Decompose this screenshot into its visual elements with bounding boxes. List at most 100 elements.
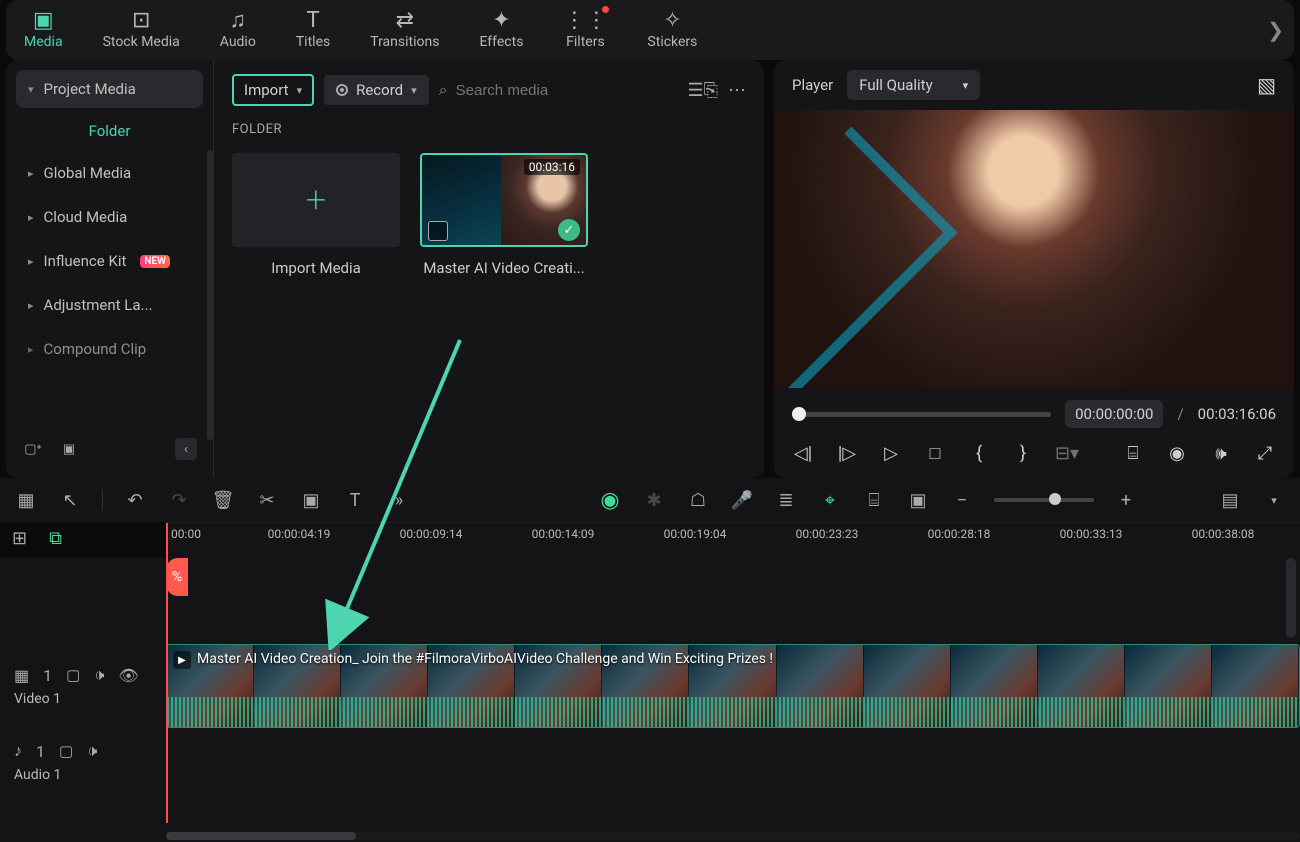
marker-button[interactable]: ☖ (686, 488, 710, 512)
undo-button[interactable]: ↶ (123, 488, 147, 512)
track-head-video1: ▦1 ▢ 🕩 👁 Video 1 (0, 657, 166, 715)
tool-pointer[interactable]: ↖ (58, 488, 82, 512)
timeline-toolbar: ▦ ↖ ↶ ↷ 🗑 ✂ ▣ T » ◉ ✱ ☖ 🎤 ≣ ⌖ ⌸ ▣ − + ▤ … (0, 478, 1300, 522)
zoom-knob[interactable] (1049, 493, 1061, 505)
tool-grid[interactable]: ▦ (14, 488, 38, 512)
timeline-head-icons: ⊞ ⧉ (12, 528, 62, 549)
sidebar-scrollbar[interactable] (207, 150, 213, 440)
auto-button[interactable]: ⌖ (818, 488, 842, 512)
new-bin-icon[interactable]: ▣ (58, 438, 80, 460)
sidebar-compound-clip[interactable]: ▸Compound Clip (16, 330, 203, 368)
tab-effects[interactable]: ✦Effects (471, 6, 531, 54)
playhead[interactable] (166, 523, 168, 823)
prev-frame-button[interactable]: ◁| (792, 442, 814, 464)
preview-area[interactable] (774, 110, 1294, 388)
sidebar-project-media[interactable]: ▾Project Media (16, 70, 203, 108)
tab-audio[interactable]: ♫Audio (212, 6, 264, 54)
list-button[interactable]: ≣ (774, 488, 798, 512)
plus-icon: + (306, 179, 326, 221)
mark-out-button[interactable]: } (1012, 442, 1034, 464)
split-button[interactable]: ✂ (255, 488, 279, 512)
tabs-overflow-button[interactable]: ❯ (1267, 18, 1284, 42)
view-mode-chevron[interactable]: ▾ (1262, 488, 1286, 512)
media-clip-thumb[interactable]: 00:03:16 ✓ (420, 153, 588, 247)
media-panel: ▾Project Media Folder ▸Global Media ▸Clo… (6, 60, 764, 478)
device-button[interactable]: ⌸ (862, 488, 886, 512)
visibility-icon[interactable]: 👁 (118, 666, 138, 685)
chevron-right-icon: ▸ (28, 255, 34, 268)
sidebar-adjustment-layer[interactable]: ▸Adjustment La... (16, 286, 203, 324)
tab-media[interactable]: ▣Media (16, 6, 71, 54)
fullscreen-button[interactable]: ⤢ (1254, 442, 1276, 464)
stickers-icon: ✧ (663, 10, 681, 32)
mute-icon[interactable]: 🕩 (94, 665, 104, 685)
import-media-thumb[interactable]: + (232, 153, 400, 247)
display-button[interactable]: ⌸ (1122, 442, 1144, 464)
zoom-out-button[interactable]: − (950, 488, 974, 512)
delete-button[interactable]: 🗑 (211, 488, 235, 512)
import-media-card[interactable]: + Import Media (232, 153, 400, 277)
timeline-body: % ▦1 ▢ 🕩 👁 Video 1 ▶ Master AI Video Cre… (0, 558, 1300, 842)
stop-button[interactable]: □ (924, 442, 946, 464)
tab-titles[interactable]: TTitles (288, 6, 338, 54)
record-button[interactable]: Record▾ (324, 75, 429, 105)
mark-in-button[interactable]: { (968, 442, 990, 464)
collapse-sidebar-button[interactable]: ‹ (175, 438, 197, 460)
volume-button[interactable]: 🕪 (1210, 442, 1232, 464)
sidebar-influence-kit[interactable]: ▸Influence KitNEW (16, 242, 203, 280)
seek-knob[interactable] (792, 407, 806, 421)
next-frame-button[interactable]: |▷ (836, 442, 858, 464)
crop-button[interactable]: ▣ (299, 488, 323, 512)
play-button[interactable]: ▷ (880, 442, 902, 464)
cut-handle[interactable]: % (166, 558, 188, 596)
sidebar-folder-label[interactable]: Folder (16, 114, 203, 148)
media-cards: + Import Media 00:03:16 ✓ Master AI Vide… (232, 153, 746, 277)
snapshot-button[interactable]: ▧ (1257, 73, 1276, 97)
lock-icon[interactable]: ▢ (59, 742, 73, 760)
media-clip-card[interactable]: 00:03:16 ✓ Master AI Video Creati... (420, 153, 588, 277)
mic-button[interactable]: 🎤 (730, 488, 754, 512)
chevron-right-icon: ▸ (28, 343, 34, 356)
timeline-h-scroll[interactable] (166, 832, 1300, 840)
link-icon[interactable]: ⧉ (49, 528, 62, 549)
notification-dot (602, 6, 609, 13)
media-icon: ▣ (33, 10, 54, 32)
speed-button[interactable]: ✱ (642, 488, 666, 512)
track-name: Video 1 (14, 691, 152, 707)
sidebar-cloud-media[interactable]: ▸Cloud Media (16, 198, 203, 236)
film-icon (428, 221, 448, 241)
seek-slider[interactable] (792, 412, 1051, 417)
more-button[interactable]: ⋯ (728, 80, 746, 101)
audio-lane-1[interactable] (166, 730, 1300, 794)
timeline-ruler[interactable]: 00:00 00:00:04:19 00:00:09:14 00:00:14:0… (166, 522, 1300, 558)
camera-button[interactable]: ◉ (1166, 442, 1188, 464)
record-tool-button[interactable]: ▣ (906, 488, 930, 512)
video-lane-1[interactable]: ▶ Master AI Video Creation_ Join the #Fi… (166, 642, 1300, 730)
quality-dropdown[interactable]: Full Quality▾ (847, 70, 980, 100)
filter-button[interactable]: ☰⎘ (687, 80, 718, 101)
new-folder-icon[interactable]: ▢⁺ (22, 438, 44, 460)
view-mode-button[interactable]: ▤ (1218, 488, 1242, 512)
tab-filters[interactable]: ⋮⋮Filters (555, 6, 615, 54)
ruler-tick: 00:00:38:08 (1192, 527, 1255, 541)
sidebar-global-media[interactable]: ▸Global Media (16, 154, 203, 192)
import-button[interactable]: Import▾ (232, 74, 314, 106)
search-input[interactable] (456, 82, 616, 99)
tab-stickers[interactable]: ✧Stickers (639, 6, 705, 54)
mute-icon[interactable]: 🕩 (87, 741, 97, 761)
redo-button[interactable]: ↷ (167, 488, 191, 512)
zoom-in-button[interactable]: + (1114, 488, 1138, 512)
total-time: 00:03:16:06 (1198, 405, 1276, 423)
more-tools-button[interactable]: » (387, 488, 411, 512)
zoom-slider[interactable] (994, 498, 1094, 502)
tab-transitions[interactable]: ⇄Transitions (362, 6, 447, 54)
add-track-icon[interactable]: ⊞ (12, 528, 27, 549)
video-clip[interactable]: ▶ Master AI Video Creation_ Join the #Fi… (166, 644, 1300, 728)
search-icon: ⌕ (439, 80, 448, 100)
ai-button[interactable]: ◉ (598, 488, 622, 512)
lock-icon[interactable]: ▢ (66, 666, 80, 684)
ruler-tick: 00:00:33:13 (1060, 527, 1123, 541)
tab-stock-media[interactable]: ⊡Stock Media (95, 6, 188, 54)
layout-button[interactable]: ⊟▾ (1056, 442, 1078, 464)
text-button[interactable]: T (343, 488, 367, 512)
